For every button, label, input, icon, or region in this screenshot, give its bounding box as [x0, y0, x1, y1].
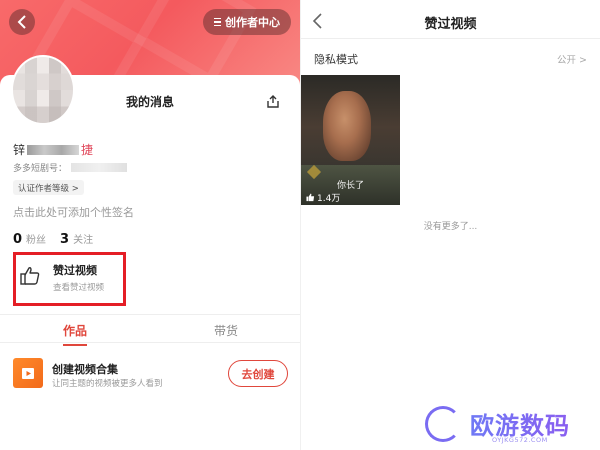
header-divider — [301, 38, 600, 39]
thumbs-up-icon — [306, 193, 315, 202]
account-id-label: 多多短剧号： — [13, 164, 68, 174]
watermark-logo-icon — [425, 406, 461, 442]
profile-stats: 0 粉丝 3 关注 — [13, 231, 103, 247]
video-scene-face — [323, 91, 371, 161]
tab-goods[interactable]: 带货 — [214, 322, 238, 339]
menu-icon — [214, 17, 221, 27]
video-like-number: 1.4万 — [317, 194, 341, 204]
play-folder-icon — [22, 368, 34, 379]
liked-videos-entry[interactable]: 赞过视频 查看赞过视频 — [13, 252, 126, 306]
privacy-mode-value[interactable]: 公开 > — [557, 52, 587, 66]
section-divider — [0, 314, 300, 315]
nickname-head: 锌 — [13, 143, 26, 157]
followers-label[interactable]: 粉丝 — [26, 231, 46, 246]
collection-subtitle: 让同主题的视频被更多人看到 — [52, 379, 163, 389]
share-icon[interactable] — [266, 94, 280, 108]
creator-center-button[interactable]: 创作者中心 — [203, 9, 291, 35]
nickname-blur — [27, 144, 80, 155]
video-thumbnail[interactable]: 你长了 1.4万 — [301, 75, 400, 205]
nickname: 锌 捷 — [13, 141, 93, 158]
end-of-list-text: 没有更多了... — [423, 222, 478, 232]
followers-count[interactable]: 0 — [13, 232, 22, 247]
watermark-url: OYJKG572.COM — [492, 436, 548, 444]
following-count[interactable]: 3 — [60, 232, 69, 247]
collection-title: 创建视频合集 — [52, 363, 118, 376]
account-id: 多多短剧号： — [13, 161, 128, 174]
profile-panel: 创作者中心 我的消息 锌 捷 多多短剧号： 认证作者等级 > 点击此处可添加个性… — [0, 0, 300, 450]
liked-videos-panel: 赞过视频 隐私模式 公开 > 你长了 1.4万 没有更多了... — [301, 0, 600, 450]
back-arrow-icon — [17, 15, 26, 29]
nickname-tail: 捷 — [81, 143, 94, 157]
certification-badge[interactable]: 认证作者等级 > — [13, 180, 84, 195]
liked-videos-title: 赞过视频 — [53, 264, 97, 277]
tabs-divider — [0, 342, 300, 343]
create-collection-button[interactable]: 去创建 — [228, 360, 288, 387]
thumbs-up-icon — [20, 267, 40, 285]
privacy-mode-label: 隐私模式 — [314, 53, 358, 66]
signature-placeholder[interactable]: 点击此处可添加个性签名 — [13, 204, 134, 220]
page-title: 赞过视频 — [424, 17, 477, 32]
video-subtitle: 你长了 — [336, 181, 364, 191]
video-like-count: 1.4万 — [306, 191, 340, 204]
avatar[interactable] — [13, 57, 73, 123]
video-collection-icon — [13, 358, 43, 388]
following-label[interactable]: 关注 — [73, 231, 93, 246]
creator-center-label: 创作者中心 — [225, 16, 280, 29]
watermark-logo: 欧游数码 OYJKG572.COM — [415, 402, 600, 450]
account-id-blur — [71, 163, 128, 172]
liked-videos-subtitle: 查看赞过视频 — [53, 283, 105, 293]
tab-works[interactable]: 作品 — [63, 322, 88, 346]
back-button[interactable] — [9, 9, 35, 35]
